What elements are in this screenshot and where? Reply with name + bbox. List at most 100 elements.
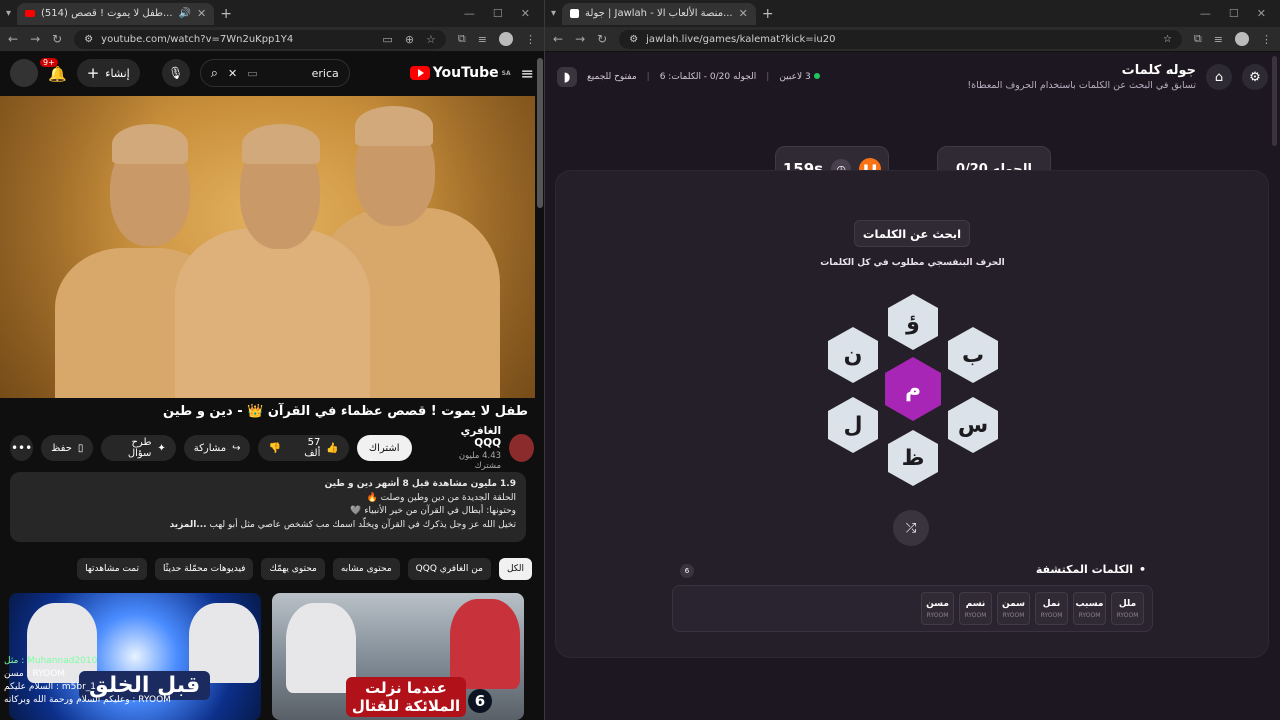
show-more-link[interactable]: ...المزيد: [170, 520, 207, 530]
browser-tab-youtube[interactable]: (514) طفل لا يموت ! قصص... 🔊 ✕: [17, 2, 215, 25]
youtube-logo[interactable]: YouTube SA: [409, 65, 511, 81]
search-box[interactable]: ⌕ ✕ ▭ erica: [199, 59, 350, 87]
minimize-icon[interactable]: —: [464, 7, 475, 20]
menu-icon[interactable]: ⋮: [525, 33, 536, 46]
menu-icon[interactable]: ⋮: [1261, 33, 1272, 46]
youtube-window: ▾ (514) طفل لا يموت ! قصص... 🔊 ✕ + — ☐ ✕…: [0, 0, 544, 720]
close-tab-icon[interactable]: ✕: [739, 7, 748, 20]
maximize-icon[interactable]: ☐: [1229, 7, 1239, 20]
plus-icon: +: [86, 64, 100, 82]
create-button[interactable]: + إنشاء: [76, 59, 140, 87]
channel-avatar[interactable]: [509, 434, 534, 462]
reload-icon[interactable]: ↻: [52, 32, 62, 46]
shuffle-button[interactable]: ⤮: [893, 510, 929, 546]
found-by: RYOOM: [964, 611, 987, 619]
game-title: جوله كلمات: [1121, 63, 1196, 78]
search-input[interactable]: erica: [312, 67, 339, 80]
close-window-icon[interactable]: ✕: [1257, 7, 1266, 20]
round-info: الجوله 0/20 - الكلمات: 6: [659, 72, 757, 82]
youtube-header: 🔔 9+ + إنشاء 🎙 ⌕ ✕ ▭ erica YouTube SA ≡: [0, 52, 544, 94]
tab-title: جولة | Jawlah - منصة الألعاب الا...: [585, 8, 733, 19]
reading-list-icon[interactable]: ≡: [1214, 33, 1223, 46]
found-word: ملل: [1118, 598, 1137, 609]
notification-badge: 9+: [40, 57, 58, 67]
found-word: نمل: [1042, 598, 1061, 609]
profile-avatar[interactable]: [499, 32, 513, 46]
notifications-button[interactable]: 🔔 9+: [40, 57, 67, 83]
cast-icon[interactable]: ▭: [382, 33, 392, 46]
reading-list-icon[interactable]: ≡: [478, 33, 487, 46]
page-scrollbar[interactable]: [537, 58, 543, 208]
like-button[interactable]: 👍 57 ألف 👎: [258, 435, 349, 461]
stream-chat-overlay: مثل : Muhannad2010 مسن : RYOOM السلام عل…: [4, 655, 174, 707]
game-status: 3 لاعبين | الجوله 0/20 - الكلمات: 6 | مف…: [557, 67, 820, 87]
minimize-icon[interactable]: —: [1200, 7, 1211, 20]
close-window-icon[interactable]: ✕: [521, 7, 530, 20]
forward-icon[interactable]: →: [30, 32, 40, 46]
description-meta: 1.9 مليون مشاهدة قبل 8 أشهر دين و طين: [324, 479, 516, 489]
description-line: الحلقة الجديدة من دين وطين وصلت 🔥: [366, 492, 516, 503]
subscribe-button[interactable]: اشتراك: [356, 435, 412, 461]
new-tab-button[interactable]: +: [762, 6, 774, 22]
found-word-card: مسن RYOOM: [921, 592, 954, 625]
video-description[interactable]: 1.9 مليون مشاهدة قبل 8 أشهر دين و طين ال…: [10, 472, 526, 542]
account-avatar[interactable]: [10, 59, 38, 87]
home-icon: ⌂: [1214, 69, 1224, 85]
ask-button[interactable]: ✦ طرح سؤال: [101, 435, 176, 461]
thumb-down-icon[interactable]: 👎: [268, 443, 280, 454]
search-icon[interactable]: ⌕: [211, 66, 218, 81]
channel-actions-row: الغافري QQQ 4.43 مليون مشترك اشتراك 👍 57…: [9, 425, 534, 471]
audio-icon[interactable]: 🔊: [179, 8, 191, 19]
bookmark-icon: ▯: [77, 442, 84, 454]
channel-subscribers: 4.43 مليون مشترك: [458, 451, 502, 471]
video-player[interactable]: [0, 96, 535, 398]
voice-search-button[interactable]: 🎙: [161, 59, 190, 87]
tab-list-icon[interactable]: ▾: [551, 8, 556, 19]
profile-avatar[interactable]: [1235, 32, 1249, 46]
chip-from-channel[interactable]: من الغافري QQQ: [407, 558, 491, 580]
bookmark-star-icon[interactable]: ☆: [426, 33, 436, 46]
save-button[interactable]: ▯ حفظ: [41, 435, 94, 461]
url-field[interactable]: ⚙ youtube.com/watch?v=7Wn2uKpp1Y4 ▭ ⊕ ☆: [74, 29, 446, 49]
channel-name[interactable]: الغافري QQQ: [438, 425, 501, 449]
more-actions-button[interactable]: •••: [9, 435, 34, 461]
maximize-icon[interactable]: ☐: [493, 7, 503, 20]
reload-icon[interactable]: ↻: [597, 32, 607, 46]
found-by: RYOOM: [1116, 611, 1139, 619]
bookmark-star-icon[interactable]: ☆: [1163, 34, 1172, 45]
close-tab-icon[interactable]: ✕: [197, 7, 206, 20]
forward-icon[interactable]: →: [575, 32, 585, 46]
chip-for-you[interactable]: محتوى يهمّك: [261, 558, 325, 580]
browser-tab-jawlah[interactable]: جولة | Jawlah - منصة الألعاب الا... ✕: [562, 2, 756, 25]
kick-logo-icon[interactable]: ◗: [557, 67, 577, 87]
chip-recent[interactable]: فيديوهات محمّلة حديثًا: [155, 558, 254, 580]
url-field[interactable]: ⚙ jawlah.live/games/kalemat?kick=iu20 ☆: [619, 29, 1182, 49]
site-info-icon[interactable]: ⚙: [629, 34, 638, 45]
zoom-icon[interactable]: ⊕: [405, 33, 414, 46]
chip-all[interactable]: الكل: [498, 558, 532, 580]
settings-button[interactable]: ⚙: [1242, 64, 1268, 90]
gear-icon: ⚙: [1249, 69, 1261, 85]
microphone-icon: 🎙: [168, 66, 184, 80]
page-scrollbar[interactable]: [1272, 56, 1277, 146]
share-button[interactable]: ↪ مشاركة: [183, 435, 251, 461]
new-tab-button[interactable]: +: [220, 6, 232, 22]
back-icon[interactable]: ←: [8, 32, 18, 46]
video-title: طفل لا يموت ! قصص عظماء في القرآن 👑 - دي…: [163, 404, 528, 419]
extensions-icon[interactable]: ⧉: [1194, 32, 1202, 46]
back-icon[interactable]: ←: [553, 32, 563, 46]
clear-search-icon[interactable]: ✕: [228, 67, 237, 80]
found-words-heading: • الكلمات المكتشفة: [1036, 563, 1146, 576]
tab-list-icon[interactable]: ▾: [6, 8, 11, 19]
chip-watched[interactable]: تمت مشاهدتها: [77, 558, 148, 580]
chip-similar[interactable]: محتوى مشابه: [332, 558, 400, 580]
home-button[interactable]: ⌂: [1206, 64, 1232, 90]
extensions-icon[interactable]: ⧉: [458, 32, 466, 46]
video-figure: [175, 228, 370, 398]
region-code: SA: [501, 69, 511, 77]
hamburger-menu-icon[interactable]: ≡: [521, 64, 534, 83]
site-info-icon[interactable]: ⚙: [84, 34, 93, 45]
related-video-thumbnail[interactable]: عندما نزلت الملائكة للقتال 6: [272, 593, 524, 720]
found-word: نسم: [965, 598, 986, 609]
keyboard-icon[interactable]: ▭: [247, 67, 257, 80]
